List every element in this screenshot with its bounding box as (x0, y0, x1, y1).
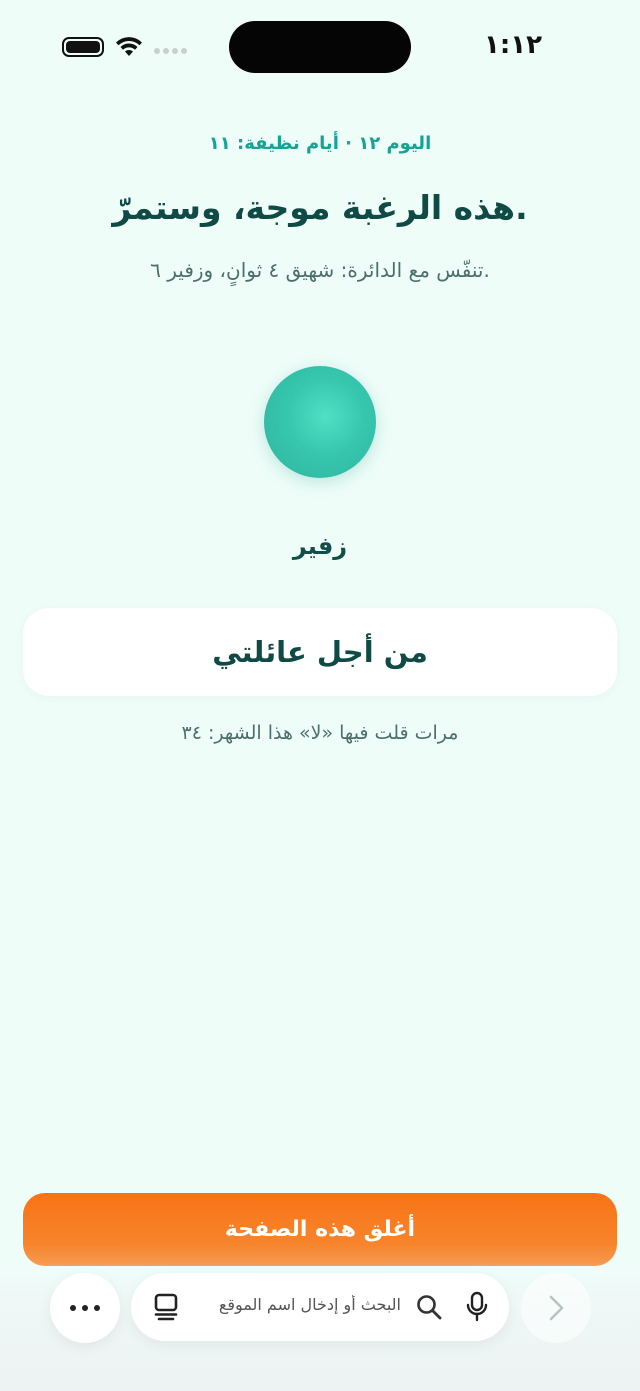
more-icon (70, 1305, 76, 1311)
breathing-instruction: تنفّس مع الدائرة: شهيق ٤ ثوانٍ، وزفير ٦. (150, 258, 490, 282)
dynamic-island (229, 21, 411, 73)
page-title: هذه الرغبة موجة، وستمرّ. (112, 188, 528, 227)
cellular-signal-icon (154, 48, 188, 56)
battery-icon (62, 37, 104, 57)
address-input[interactable]: البحث أو إدخال اسم الموقع (201, 1295, 401, 1321)
close-page-button[interactable]: أغلق هذه الصفحة (23, 1193, 617, 1266)
streak-text: اليوم ١٢ · أيام نظيفة: ١١ (208, 133, 432, 154)
forward-chevron-icon (549, 1295, 564, 1321)
forward-button[interactable] (521, 1273, 591, 1343)
breath-phase-label: زفير (292, 532, 348, 560)
tabs-icon[interactable] (153, 1293, 179, 1321)
refusal-count: مرات قلت فيها «لا» هذا الشهر: ٣٤ (181, 722, 459, 744)
microphone-icon[interactable] (465, 1291, 489, 1323)
wifi-icon (116, 37, 142, 56)
status-bar: ١:١٢ (0, 0, 640, 92)
status-time: ١:١٢ (483, 30, 542, 60)
breathing-circle (264, 366, 376, 478)
reason-text: من أجل عائلتي (212, 635, 428, 669)
reason-card: من أجل عائلتي (23, 608, 617, 696)
address-bar[interactable]: البحث أو إدخال اسم الموقع (131, 1273, 509, 1341)
search-icon (417, 1295, 442, 1320)
more-button[interactable] (50, 1273, 120, 1343)
